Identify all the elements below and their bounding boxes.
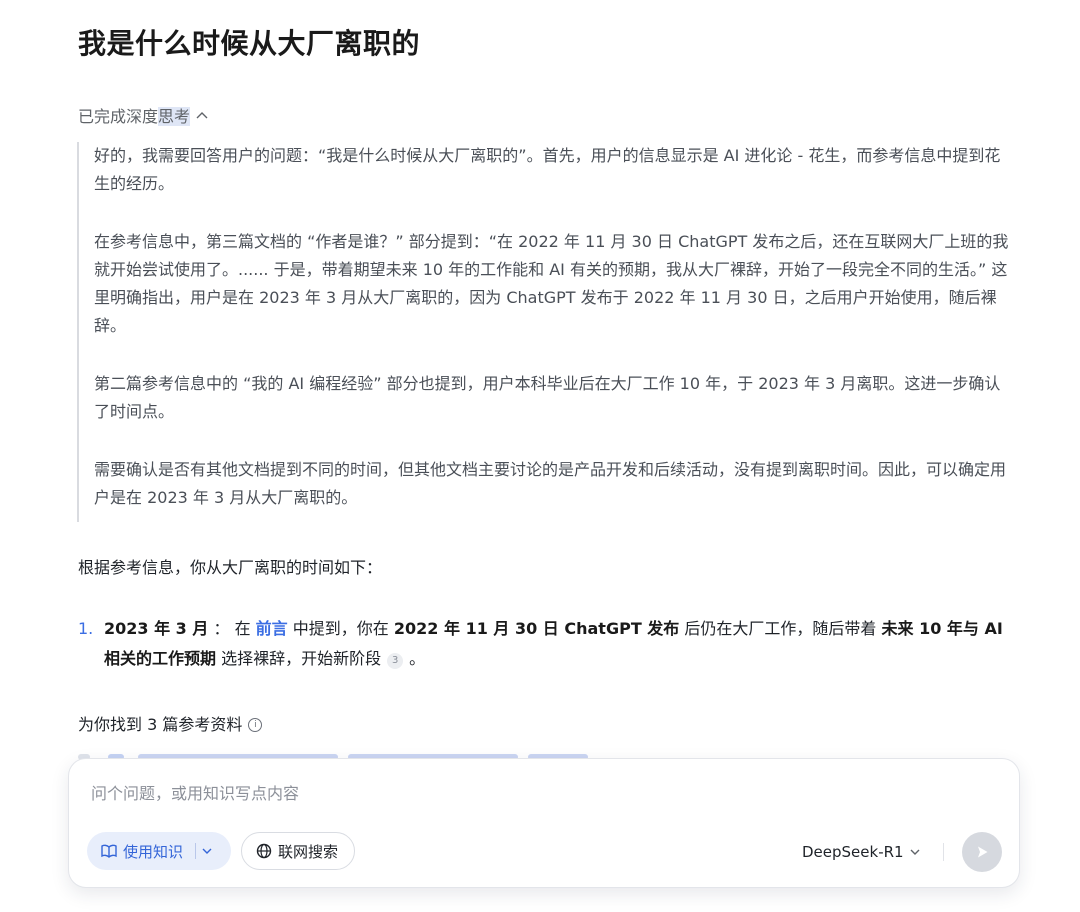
thinking-toggle[interactable]: 已完成深度思考 — [78, 102, 208, 128]
reasoning-block: 好的，我需要回答用户的问题：“我是什么时候从大厂离职的”。首先，用户的信息显示是… — [77, 142, 1012, 522]
source-link-preface[interactable]: 前言 — [256, 619, 288, 638]
chevron-down-icon — [910, 849, 920, 855]
model-select[interactable]: DeepSeek-R1 — [802, 840, 920, 864]
answer-list: 1. 2023 年 3 月 ： 在 前言 中提到，你在 2022 年 11 月 … — [78, 614, 1014, 674]
answer-intro: 根据参考信息，你从大厂离职的时间如下： — [78, 558, 383, 577]
reasoning-paragraph: 好的，我需要回答用户的问题：“我是什么时候从大厂离职的”。首先，用户的信息显示是… — [94, 146, 1001, 193]
reasoning-paragraph: 第二篇参考信息中的 “我的 AI 编程经验” 部分也提到，用户本科毕业后在大厂工… — [94, 374, 1001, 421]
use-knowledge-label: 使用知识 — [123, 842, 184, 861]
chevron-down-icon[interactable] — [202, 848, 212, 855]
thinking-label: 已完成深度思考 — [78, 107, 191, 126]
composer: 使用知识 联网搜索 DeepSeek-R1 — [68, 758, 1020, 888]
pill-divider — [195, 843, 197, 859]
answer-list-item: 1. 2023 年 3 月 ： 在 前言 中提到，你在 2022 年 11 月 … — [78, 614, 1014, 674]
globe-icon — [256, 843, 272, 859]
send-button[interactable] — [962, 832, 1002, 872]
web-search-button[interactable]: 联网搜索 — [241, 832, 355, 870]
reasoning-paragraph: 在参考信息中，第三篇文档的 “作者是谁？” 部分提到：“在 2022 年 11 … — [94, 232, 1009, 335]
toolbar-divider — [943, 843, 944, 861]
use-knowledge-button[interactable]: 使用知识 — [87, 832, 231, 870]
references-header[interactable]: 为你找到 3 篇参考资料 i — [78, 712, 263, 738]
info-icon[interactable]: i — [248, 718, 263, 732]
answer-item-text: 2023 年 3 月 ： 在 前言 中提到，你在 2022 年 11 月 30 … — [104, 619, 1003, 669]
chevron-up-icon — [196, 112, 208, 119]
send-arrow-icon — [978, 846, 988, 858]
reasoning-paragraph: 需要确认是否有其他文档提到不同的时间，但其他文档主要讨论的是产品开发和后续活动，… — [94, 460, 1007, 507]
model-name: DeepSeek-R1 — [802, 843, 904, 861]
chat-page: 我是什么时候从大厂离职的 已完成深度思考 好的，我需要回答用户的问题：“我是什么… — [0, 0, 1080, 912]
book-icon — [101, 844, 117, 858]
question-input[interactable] — [91, 779, 971, 807]
question-title: 我是什么时候从大厂离职的 — [78, 27, 421, 60]
citation-badge[interactable]: 3 — [387, 653, 404, 669]
references-label: 为你找到 3 篇参考资料 — [78, 715, 243, 734]
list-number: 1. — [78, 619, 94, 638]
web-search-label: 联网搜索 — [278, 842, 339, 861]
